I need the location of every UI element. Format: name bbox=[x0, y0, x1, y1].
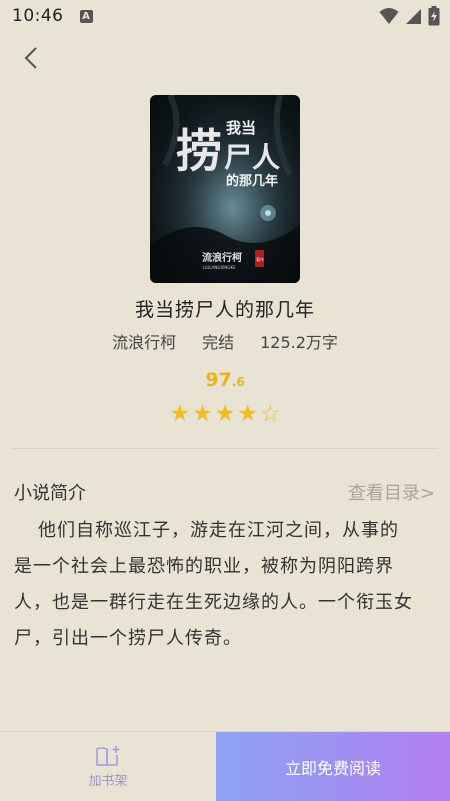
score-integer: 97 bbox=[205, 369, 232, 391]
star-filled-icon: ★ bbox=[169, 401, 191, 427]
book-title: 我当捞尸人的那几年 bbox=[134, 299, 315, 321]
cover-title-big: 捞 bbox=[176, 124, 222, 178]
book-status: 完结 bbox=[202, 333, 235, 352]
star-rating: ★ ★ ★ ★ ☆ bbox=[0, 400, 450, 428]
cover-title-mid: 尸人 bbox=[224, 141, 280, 174]
view-toc-link[interactable]: 查看目录> bbox=[348, 479, 435, 505]
status-icons bbox=[379, 6, 440, 26]
book-meta: 流浪行柯 完结 125.2万字 bbox=[0, 329, 450, 353]
book-author: 流浪行柯 bbox=[112, 333, 177, 352]
battery-icon bbox=[428, 6, 440, 26]
book-score: 97.6 bbox=[0, 369, 450, 391]
cover-author-pinyin: LIULANGXINGKE bbox=[203, 265, 236, 270]
status-bar: 10:46 A bbox=[0, 0, 450, 32]
star-empty-icon: ☆ bbox=[259, 401, 281, 427]
back-button[interactable] bbox=[20, 44, 44, 72]
cover-title-small: 我当 bbox=[226, 119, 256, 137]
book-cover[interactable]: 捞 我当 尸人 的那几年 流浪行柯 LIULANGXINGKE 著作 bbox=[150, 95, 300, 283]
cover-author: 流浪行柯 bbox=[202, 251, 242, 264]
cover-seal-text: 著作 bbox=[256, 256, 264, 262]
free-read-button[interactable]: 立即免费阅读 bbox=[216, 732, 450, 801]
cover-title-sub: 的那几年 bbox=[226, 173, 278, 189]
chevron-left-icon bbox=[24, 47, 37, 69]
score-decimal: .6 bbox=[231, 375, 245, 389]
bookshelf-add-icon bbox=[96, 746, 120, 766]
free-read-label: 立即免费阅读 bbox=[284, 759, 381, 778]
status-time: 10:46 bbox=[12, 6, 64, 26]
notification-icon: A bbox=[79, 9, 93, 23]
star-filled-icon: ★ bbox=[237, 401, 258, 427]
cover-art: 捞 我当 尸人 的那几年 流浪行柯 LIULANGXINGKE 著作 bbox=[150, 95, 300, 283]
star-filled-icon: ★ bbox=[192, 401, 213, 427]
bottom-action-bar: 加书架 立即免费阅读 bbox=[0, 731, 450, 801]
intro-heading: 小说简介 bbox=[14, 483, 86, 504]
intro-text: 他们自称巡江子，游走在江河之间，从事的是一个社会上最恐怖的职业，被称为阴阳跨界人… bbox=[14, 520, 413, 649]
add-to-shelf-button[interactable]: 加书架 bbox=[0, 732, 216, 801]
add-to-shelf-label: 加书架 bbox=[88, 774, 128, 789]
signal-icon bbox=[406, 9, 421, 24]
star-filled-icon: ★ bbox=[214, 401, 236, 427]
wifi-icon bbox=[379, 8, 399, 24]
book-word-count: 125.2万字 bbox=[260, 333, 338, 352]
divider bbox=[12, 448, 438, 449]
